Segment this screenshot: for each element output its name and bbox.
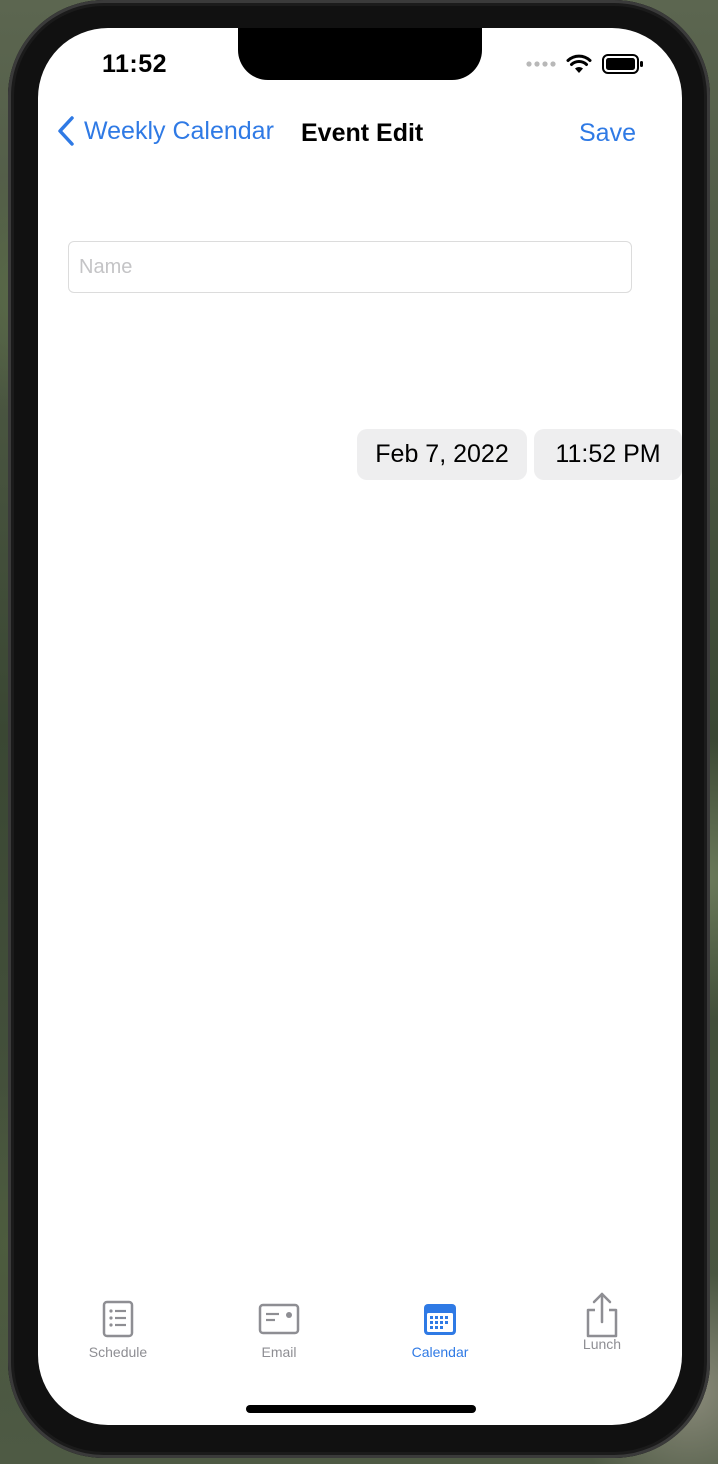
- tab-schedule[interactable]: Schedule: [58, 1300, 178, 1360]
- wifi-icon: [566, 54, 592, 73]
- page-title: Event Edit: [301, 119, 424, 147]
- schedule-icon: [102, 1300, 134, 1338]
- tab-label: Email: [261, 1344, 297, 1360]
- tab-bar: Schedule Email Calendar Lunch: [38, 1292, 682, 1380]
- date-picker-button[interactable]: Feb 7, 2022: [357, 429, 527, 480]
- status-icons: [526, 54, 644, 74]
- email-icon: [258, 1303, 300, 1335]
- share-icon: [586, 1292, 618, 1338]
- tab-label: Calendar: [411, 1344, 469, 1360]
- save-button[interactable]: Save: [579, 119, 636, 148]
- battery-icon: [602, 54, 643, 74]
- status-time: 11:52: [102, 50, 168, 78]
- app-screen: [38, 28, 682, 1425]
- calendar-icon: [424, 1304, 456, 1335]
- tab-lunch[interactable]: Lunch: [542, 1292, 662, 1352]
- name-input[interactable]: [68, 241, 632, 293]
- cellular-dots-icon: [526, 61, 556, 67]
- navigation-bar: Weekly Calendar Event Edit Save: [38, 105, 682, 161]
- tab-calendar[interactable]: Calendar: [380, 1300, 500, 1360]
- tab-email[interactable]: Email: [219, 1300, 339, 1360]
- back-button[interactable]: Weekly Calendar: [56, 115, 274, 147]
- time-picker-button[interactable]: 11:52 PM: [534, 429, 682, 480]
- back-button-label: Weekly Calendar: [84, 116, 274, 145]
- chevron-left-icon: [58, 116, 74, 146]
- home-indicator: [246, 1405, 476, 1413]
- tab-label: Schedule: [88, 1344, 148, 1360]
- notch: [238, 28, 482, 80]
- tab-label: Lunch: [582, 1336, 622, 1352]
